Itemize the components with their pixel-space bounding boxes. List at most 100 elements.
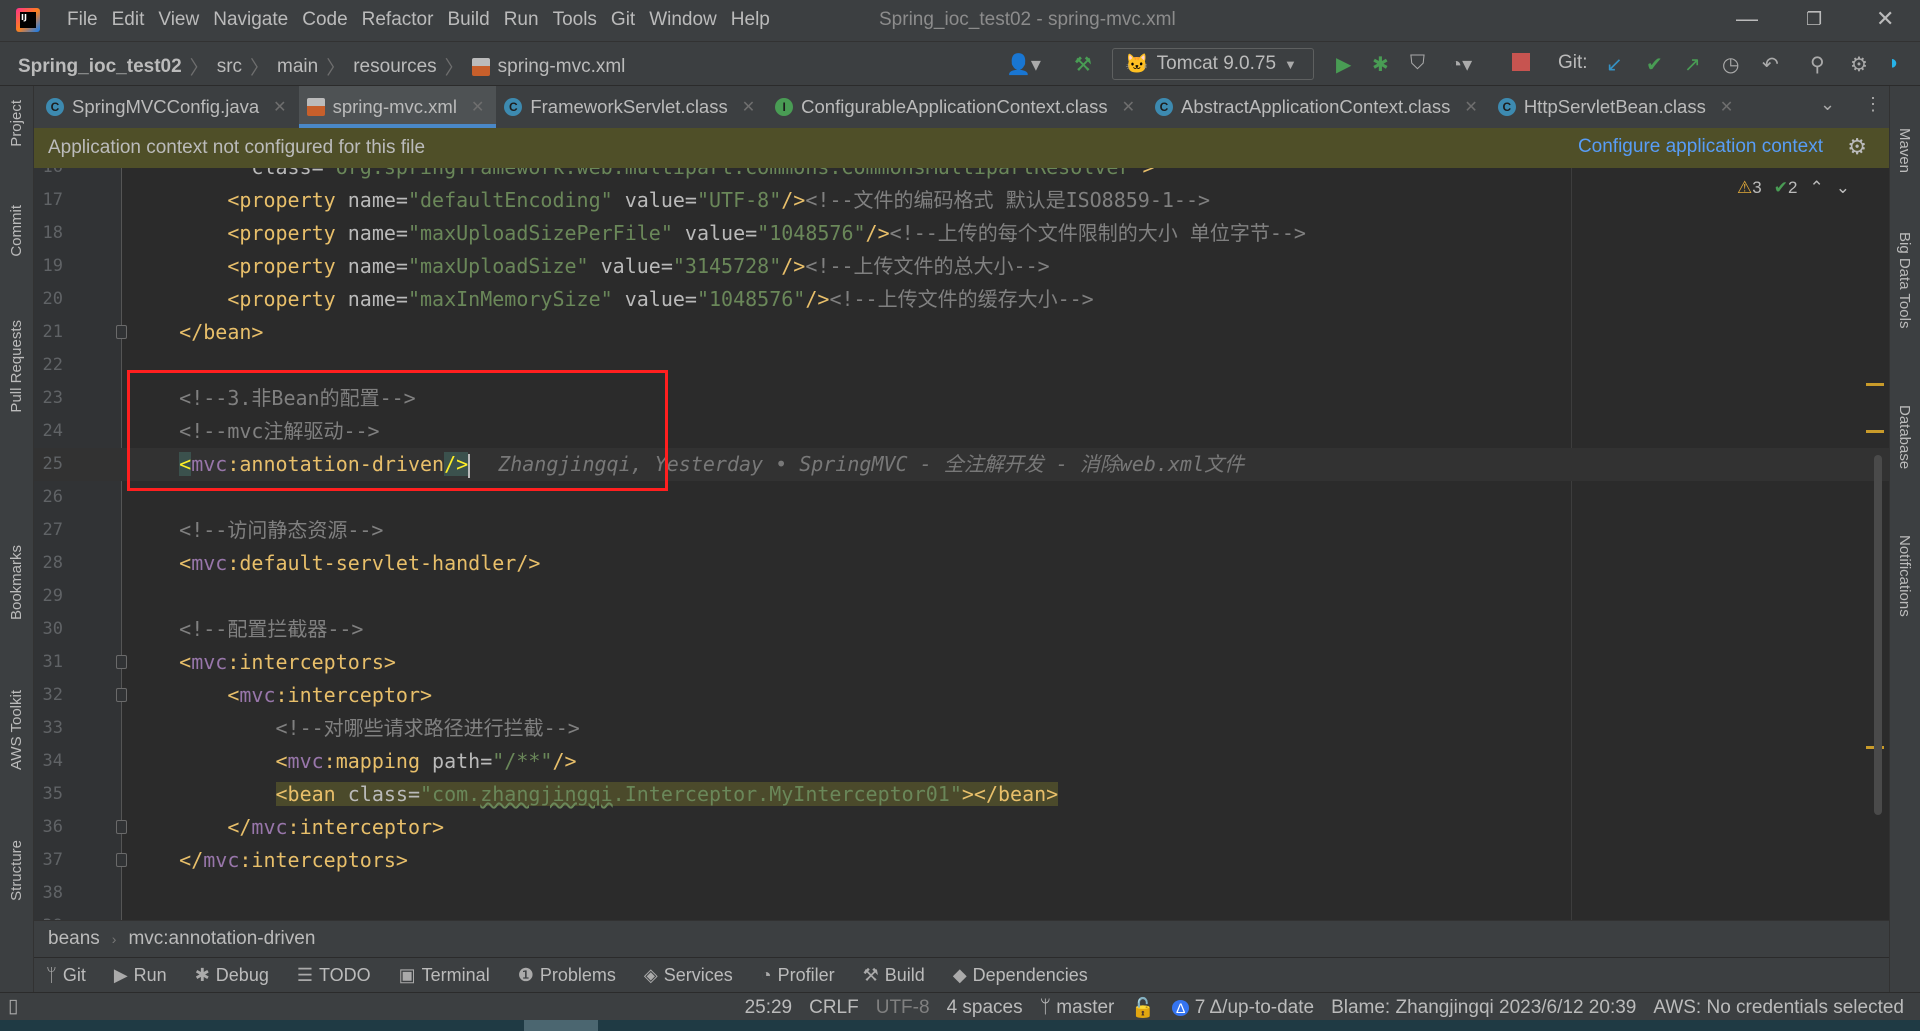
tab-frameworkservlet-class[interactable]: C FrameworkServlet.class ✕ <box>496 86 767 128</box>
code-line[interactable]: 35 <bean class="com.zhangjingqi.Intercep… <box>34 778 1889 811</box>
inspection-widget[interactable]: ⚠3 ✔2 ⌃ ⌄ <box>1737 178 1850 198</box>
taskbar-item[interactable] <box>524 1020 598 1031</box>
menu-tools[interactable]: Tools <box>553 9 597 31</box>
tool-commit[interactable]: Commit <box>8 205 25 257</box>
rollback-icon[interactable]: ↶ <box>1762 52 1779 77</box>
tool-big-data-tools[interactable]: Big Data Tools <box>1896 232 1913 328</box>
menu-help[interactable]: Help <box>731 9 770 31</box>
user-icon[interactable]: 👤▾ <box>1006 52 1041 77</box>
toolwindow-todo[interactable]: ☰ TODO <box>297 965 371 986</box>
close-tab-icon[interactable]: ✕ <box>471 97 484 117</box>
file-encoding[interactable]: UTF-8 <box>876 997 930 1019</box>
gear-icon[interactable]: ⚙ <box>1847 134 1867 160</box>
crumb-item[interactable]: src <box>217 56 242 78</box>
close-tab-icon[interactable]: ✕ <box>1122 97 1135 117</box>
code-line[interactable]: 27 <!--访问静态资源--> <box>34 514 1889 547</box>
indent-setting[interactable]: 4 spaces <box>947 997 1023 1019</box>
layout-toggle-icon[interactable]: ▯ <box>8 995 18 1018</box>
restore-button[interactable]: ❐ <box>1806 9 1822 30</box>
lock-icon[interactable]: 🔓 <box>1131 996 1155 1020</box>
close-tab-icon[interactable]: ✕ <box>742 97 755 117</box>
more-tabs-kebab-icon[interactable]: ⋮ <box>1864 94 1882 115</box>
tool-bookmarks[interactable]: Bookmarks <box>8 545 25 620</box>
profile-icon[interactable]: ◔▾ <box>1450 52 1472 77</box>
breadcrumb-beans[interactable]: beans <box>48 928 100 950</box>
settings-gear-icon[interactable]: ⚙ <box>1850 52 1868 77</box>
git-update-icon[interactable]: ↙ <box>1606 52 1623 77</box>
chevron-down-icon[interactable]: ⌄ <box>1820 94 1835 115</box>
code-line[interactable]: 20 <property name="maxInMemorySize" valu… <box>34 283 1889 316</box>
toolwindow-dependencies[interactable]: ◆ Dependencies <box>953 965 1088 986</box>
menu-refactor[interactable]: Refactor <box>362 9 434 31</box>
close-button[interactable]: ✕ <box>1876 6 1894 32</box>
menu-run[interactable]: Run <box>504 9 539 31</box>
code-line[interactable]: 21 </bean> <box>34 316 1889 349</box>
git-commit-icon[interactable]: ✔ <box>1646 52 1663 77</box>
warning-marker[interactable] <box>1866 430 1884 433</box>
ok-count[interactable]: ✔2 <box>1774 178 1798 198</box>
blame-info[interactable]: Blame: Zhangjingqi 2023/6/12 20:39 <box>1331 997 1636 1019</box>
toolwindow-profiler[interactable]: ◔ Profiler <box>761 965 835 986</box>
warning-count[interactable]: ⚠3 <box>1737 178 1762 198</box>
minimize-button[interactable]: — <box>1736 6 1758 32</box>
menu-window[interactable]: Window <box>649 9 717 31</box>
tool-aws-toolkit[interactable]: AWS Toolkit <box>8 690 25 770</box>
tab-httpservletbean-class[interactable]: C HttpServletBean.class ✕ <box>1490 86 1745 128</box>
history-icon[interactable]: ◷ <box>1722 52 1739 77</box>
code-line[interactable]: 39 <box>34 910 1889 920</box>
stop-icon[interactable] <box>1512 53 1530 71</box>
code-line[interactable]: 19 <property name="maxUploadSize" value=… <box>34 250 1889 283</box>
code-line[interactable]: 38 <box>34 877 1889 910</box>
crumb-item[interactable]: Spring_ioc_test02 <box>18 56 182 78</box>
previous-highlight-icon[interactable]: ⌃ <box>1809 178 1823 198</box>
fold-marker-icon[interactable] <box>116 325 127 339</box>
menu-code[interactable]: Code <box>302 9 347 31</box>
code-line[interactable]: 18 <property name="maxUploadSizePerFile"… <box>34 217 1889 250</box>
next-highlight-icon[interactable]: ⌄ <box>1836 178 1850 198</box>
code-with-me-icon[interactable]: ◗ <box>1888 52 1900 75</box>
menu-view[interactable]: View <box>158 9 199 31</box>
tool-structure[interactable]: Structure <box>8 840 25 901</box>
toolwindow-git[interactable]: ᛘ Git <box>46 965 86 986</box>
breadcrumb-annotation-driven[interactable]: mvc:annotation-driven <box>128 928 315 950</box>
crumb-item[interactable]: resources <box>353 56 436 78</box>
toolwindow-services[interactable]: ◈ Services <box>644 965 733 986</box>
line-separator[interactable]: CRLF <box>809 997 859 1019</box>
fold-marker-icon[interactable] <box>116 655 127 669</box>
toolwindow-run[interactable]: ▶ Run <box>114 965 167 986</box>
editor-scrollbar[interactable] <box>1874 455 1882 815</box>
coverage-icon[interactable]: ⛉ <box>1410 52 1425 75</box>
search-icon[interactable]: ⚲ <box>1810 52 1825 77</box>
debug-icon[interactable]: ✱ <box>1372 52 1389 77</box>
configure-context-link[interactable]: Configure application context <box>1578 136 1823 158</box>
tool-maven[interactable]: Maven <box>1896 128 1913 173</box>
tool-project[interactable]: Project <box>8 100 25 147</box>
caret-position[interactable]: 25:29 <box>745 997 793 1019</box>
menu-edit[interactable]: Edit <box>112 9 145 31</box>
fold-marker-icon[interactable] <box>116 853 127 867</box>
close-tab-icon[interactable]: ✕ <box>1720 97 1733 117</box>
toolwindow-terminal[interactable]: ▣ Terminal <box>399 965 490 986</box>
toolwindow-debug[interactable]: ✱ Debug <box>195 965 269 986</box>
tab-configurableapplicationcontext-class[interactable]: I ConfigurableApplicationContext.class ✕ <box>767 86 1147 128</box>
code-line[interactable]: 16 class="org.springframework.web.multip… <box>34 168 1889 184</box>
code-line[interactable]: 34 <mvc:mapping path="/**"/> <box>34 745 1889 778</box>
menu-build[interactable]: Build <box>447 9 489 31</box>
git-push-icon[interactable]: ↗ <box>1684 52 1701 77</box>
crumb-item[interactable]: main <box>277 56 318 78</box>
intellij-logo-icon[interactable]: IJ <box>16 8 40 32</box>
code-line[interactable]: 32 <mvc:interceptor> <box>34 679 1889 712</box>
tab-abstractapplicationcontext-class[interactable]: C AbstractApplicationContext.class ✕ <box>1147 86 1490 128</box>
vcs-status[interactable]: Δ 7 Δ/up-to-date <box>1172 997 1314 1019</box>
warning-marker[interactable] <box>1866 383 1884 386</box>
tab-spring-mvc-xml[interactable]: spring-mvc.xml ✕ <box>298 86 497 128</box>
code-line[interactable]: 29 <box>34 580 1889 613</box>
run-configuration-select[interactable]: 🐱 Tomcat 9.0.75 ▼ <box>1112 48 1314 80</box>
code-line[interactable]: 33 <!--对哪些请求路径进行拦截--> <box>34 712 1889 745</box>
menu-git[interactable]: Git <box>611 9 635 31</box>
run-icon[interactable]: ▶ <box>1336 52 1351 77</box>
crumb-item[interactable]: spring-mvc.xml <box>498 56 626 78</box>
aws-credentials[interactable]: AWS: No credentials selected <box>1653 997 1904 1019</box>
code-editor[interactable]: 16 class="org.springframework.web.multip… <box>34 168 1889 920</box>
fold-marker-icon[interactable] <box>116 688 127 702</box>
